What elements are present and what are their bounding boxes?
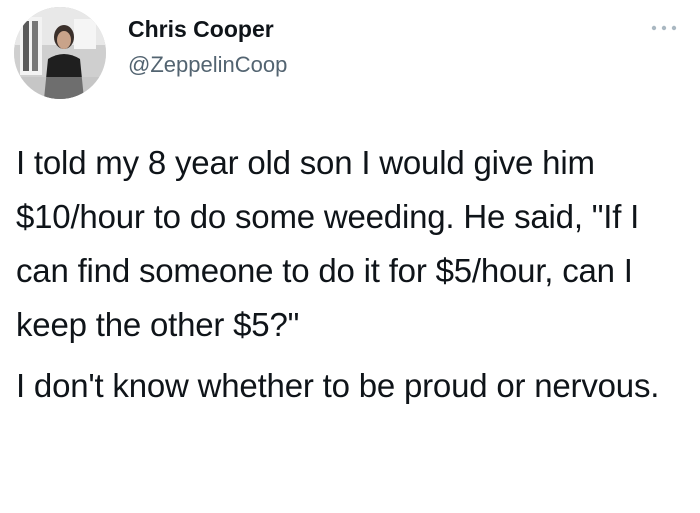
tweet-header: Chris Cooper @ZeppelinCoop	[14, 4, 686, 99]
more-horizontal-icon	[651, 25, 677, 31]
author-names: Chris Cooper @ZeppelinCoop	[128, 14, 287, 80]
profile-photo	[14, 7, 106, 99]
tweet-paragraph: I don't know whether to be proud or nerv…	[16, 367, 660, 404]
more-options-button[interactable]	[650, 22, 678, 34]
tweet-paragraph: I told my 8 year old son I would give hi…	[16, 144, 640, 343]
display-name[interactable]: Chris Cooper	[128, 14, 287, 44]
avatar[interactable]	[14, 7, 106, 99]
tweet-card: Chris Cooper @ZeppelinCoop I told my 8 y…	[0, 0, 700, 513]
tweet-text: I told my 8 year old son I would give hi…	[16, 136, 684, 413]
user-handle[interactable]: @ZeppelinCoop	[128, 50, 287, 80]
